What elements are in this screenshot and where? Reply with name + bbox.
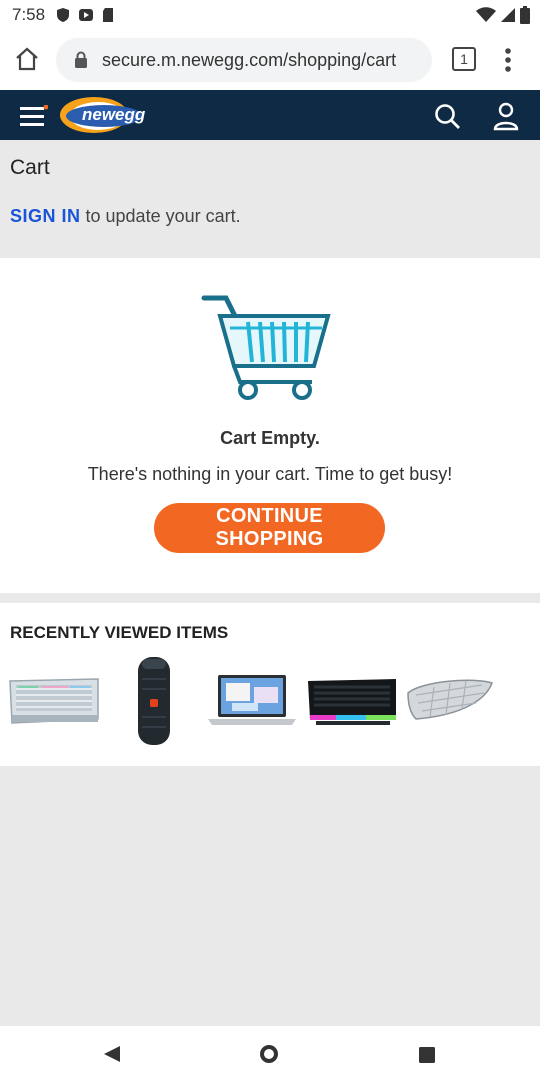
empty-page-area — [0, 774, 540, 1026]
recently-viewed-title: RECENTLY VIEWED ITEMS — [10, 623, 229, 642]
home-icon[interactable] — [14, 47, 40, 71]
signin-prompt: SIGN IN to update your cart. — [10, 206, 241, 227]
logo-text: newegg — [82, 105, 146, 124]
search-icon[interactable] — [434, 103, 462, 131]
menu-icon[interactable] — [504, 47, 512, 73]
site-header: newegg — [0, 90, 540, 140]
recents-icon[interactable] — [418, 1046, 436, 1064]
product-thumbnail-keyboard-rgb[interactable] — [306, 675, 398, 727]
cart-header-section: Cart SIGN IN to update your cart. — [0, 140, 540, 258]
wifi-icon — [476, 7, 496, 22]
empty-cart-card: Cart Empty. There's nothing in your cart… — [0, 258, 540, 593]
tab-switcher-button[interactable]: 1 — [452, 47, 476, 71]
lock-icon — [75, 51, 87, 68]
navigation-bar — [0, 1026, 540, 1080]
sd-card-icon — [103, 8, 113, 22]
shopping-cart-icon — [201, 295, 331, 400]
product-thumbnail-sunshade[interactable] — [404, 675, 496, 723]
account-icon[interactable] — [493, 101, 519, 131]
back-icon[interactable] — [102, 1044, 122, 1064]
signin-suffix: to update your cart. — [80, 206, 241, 226]
newegg-logo[interactable]: newegg — [56, 95, 152, 135]
url-text: secure.m.newegg.com/shopping/cart — [102, 50, 397, 70]
home-circle-icon[interactable] — [258, 1043, 280, 1065]
product-thumbnail-laptop[interactable] — [206, 671, 298, 731]
battery-icon — [520, 6, 530, 24]
status-icons-right — [476, 6, 530, 24]
recently-viewed-section: RECENTLY VIEWED ITEMS — [0, 603, 540, 766]
hamburger-icon[interactable] — [20, 105, 48, 127]
play-icon — [79, 9, 93, 21]
continue-shopping-button[interactable]: CONTINUE SHOPPING — [154, 503, 385, 553]
browser-toolbar: secure.m.newegg.com/shopping/cart 1 — [0, 30, 540, 90]
sign-in-link[interactable]: SIGN IN — [10, 206, 81, 226]
status-time: 7:58 — [12, 5, 46, 24]
tab-count: 1 — [460, 51, 468, 67]
signal-icon — [501, 8, 515, 22]
status-icons-left — [56, 7, 114, 23]
address-bar[interactable]: secure.m.newegg.com/shopping/cart — [56, 38, 432, 82]
page-title: Cart — [10, 156, 50, 179]
empty-cart-message: There's nothing in your cart. Time to ge… — [87, 464, 453, 484]
status-bar: 7:58 — [0, 0, 540, 30]
empty-cart-title: Cart Empty. — [220, 428, 320, 448]
product-thumbnail-keyboard-white[interactable] — [8, 675, 100, 727]
shield-icon — [57, 8, 69, 22]
product-thumbnail-speaker[interactable] — [134, 655, 174, 747]
